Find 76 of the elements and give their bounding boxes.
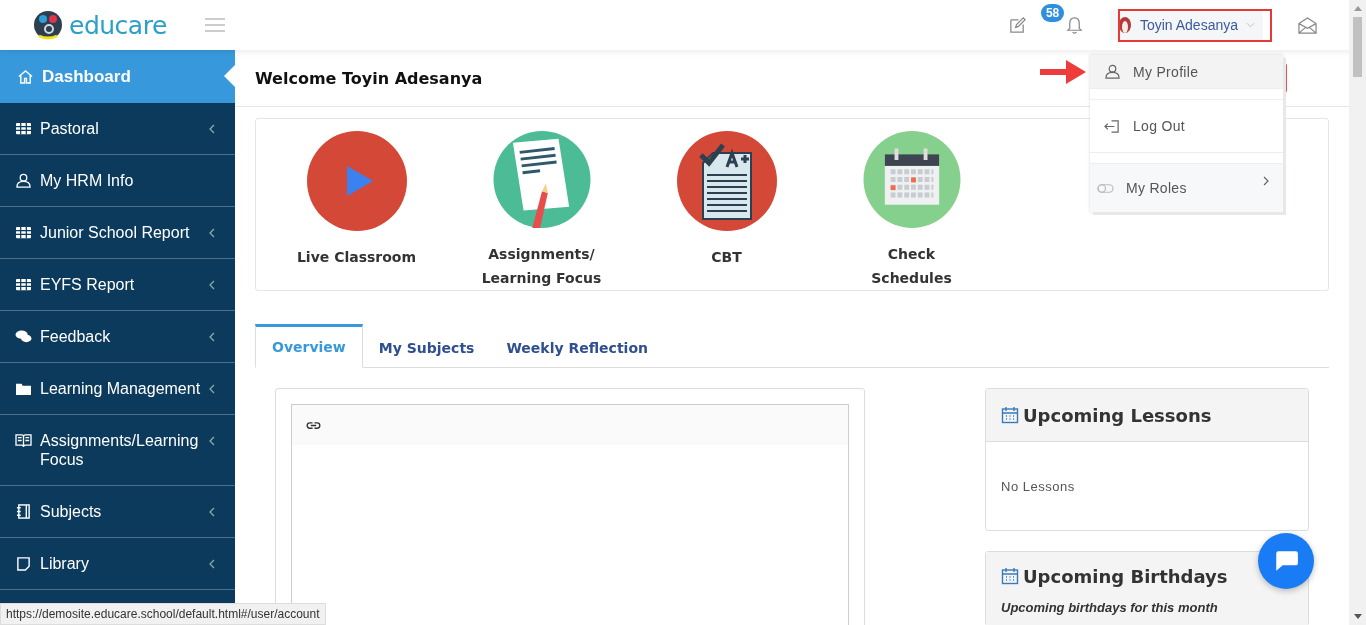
panel-title: Upcoming Birthdays: [1023, 565, 1228, 587]
shortcut-tile[interactable]: Check Schedules: [819, 119, 1004, 290]
sidebar-item[interactable]: My HRM Info: [0, 155, 235, 207]
caret-icon: [1246, 22, 1255, 28]
sidebar-item[interactable]: Library: [0, 538, 235, 590]
menu-label: My Roles: [1126, 180, 1188, 196]
sidebar-label: Subjects: [40, 502, 102, 521]
tab[interactable]: My Subjects: [362, 324, 491, 368]
sidebar-item[interactable]: Assignments/Learning Focus: [0, 415, 235, 486]
sidebar-label: EYFS Report: [40, 275, 135, 294]
scroll-down-icon[interactable]: [1353, 614, 1362, 619]
shortcut-label: Assignments/ Learning Focus: [481, 245, 602, 288]
calendar-icon: [1001, 406, 1019, 424]
shortcut-label: Live Classroom: [296, 248, 417, 267]
chat-icon: [15, 329, 32, 344]
menu-item[interactable]: My Roles: [1090, 164, 1283, 212]
bell-icon[interactable]: [1064, 15, 1084, 35]
menu-label: Log Out: [1133, 118, 1186, 134]
sidebar-label: Assignments/Learning Focus: [40, 431, 200, 469]
panel-subtitle: Upcoming birthdays for this month: [986, 600, 1308, 625]
graded-test-icon: [676, 131, 777, 231]
sidebar-label: Dashboard: [42, 67, 131, 86]
play-icon: [306, 131, 407, 231]
calendar-icon: [861, 131, 962, 228]
scroll-up-icon[interactable]: [1353, 6, 1362, 11]
chat-icon: [1273, 549, 1299, 573]
menu-label: My Profile: [1133, 63, 1200, 80]
welcome-heading: Welcome Toyin Adesanya: [255, 68, 483, 88]
status-url: https://demosite.educare.school/default.html#/user/account: [0, 603, 326, 625]
folder-icon: [15, 381, 32, 396]
home-icon: [17, 69, 34, 84]
sidebar-item[interactable]: Subjects: [0, 486, 235, 538]
book-icon: [15, 433, 32, 448]
sidebar-label: Junior School Report: [40, 223, 190, 242]
document-pencil-icon: [491, 131, 592, 228]
sidebar-label: Learning Management: [40, 379, 201, 398]
chat-button[interactable]: [1258, 533, 1314, 589]
logout-icon: [1104, 118, 1121, 134]
shortcut-label: CBT: [711, 248, 742, 267]
sidebar-label: Pastoral: [40, 119, 99, 138]
sidebar-label: Feedback: [40, 327, 111, 346]
avatar: [1117, 16, 1132, 34]
sidebar-item[interactable]: EYFS Report: [0, 259, 235, 311]
menu-item[interactable]: My Profile: [1090, 55, 1283, 88]
table-icon: [15, 225, 32, 240]
notebook-icon: [15, 504, 32, 519]
shortcut-tile[interactable]: CBT: [634, 119, 819, 290]
shortcut-tile[interactable]: Assignments/ Learning Focus: [449, 119, 634, 290]
tab[interactable]: Weekly Reflection: [490, 324, 664, 368]
menu-item[interactable]: Log Out: [1090, 100, 1283, 152]
sidebar-item[interactable]: Junior School Report: [0, 207, 235, 259]
link-icon[interactable]: [306, 420, 321, 430]
sidebar-item[interactable]: Pastoral: [0, 103, 235, 155]
note-icon: [15, 556, 32, 571]
sidebar-label: My HRM Info: [40, 171, 134, 190]
panel-title: Upcoming Lessons: [1023, 404, 1212, 426]
shortcut-tile[interactable]: Live Classroom: [264, 119, 449, 290]
user-menu-button[interactable]: Toyin Adesanya: [1109, 10, 1263, 40]
edit-icon[interactable]: [1007, 15, 1027, 35]
scrollbar[interactable]: [1349, 0, 1366, 625]
sidebar-label: Library: [40, 554, 89, 573]
user-icon: [15, 173, 32, 188]
annotation-arrow: [1038, 57, 1088, 87]
shortcut-label: Check Schedules: [871, 245, 952, 288]
sidebar-item[interactable]: Feedback: [0, 311, 235, 363]
scroll-thumb[interactable]: [1353, 17, 1362, 77]
empty-message: No Lessons: [1001, 478, 1075, 494]
logo-icon: [33, 10, 63, 40]
table-icon: [15, 277, 32, 292]
envelope-icon[interactable]: [1297, 15, 1318, 35]
table-icon: [15, 121, 32, 136]
calendar-icon: [1001, 567, 1019, 585]
notification-badge: 58: [1040, 3, 1065, 22]
selection-pointer: [224, 65, 235, 87]
user-icon: [1104, 64, 1121, 79]
sidebar-item[interactable]: Learning Management: [0, 363, 235, 415]
